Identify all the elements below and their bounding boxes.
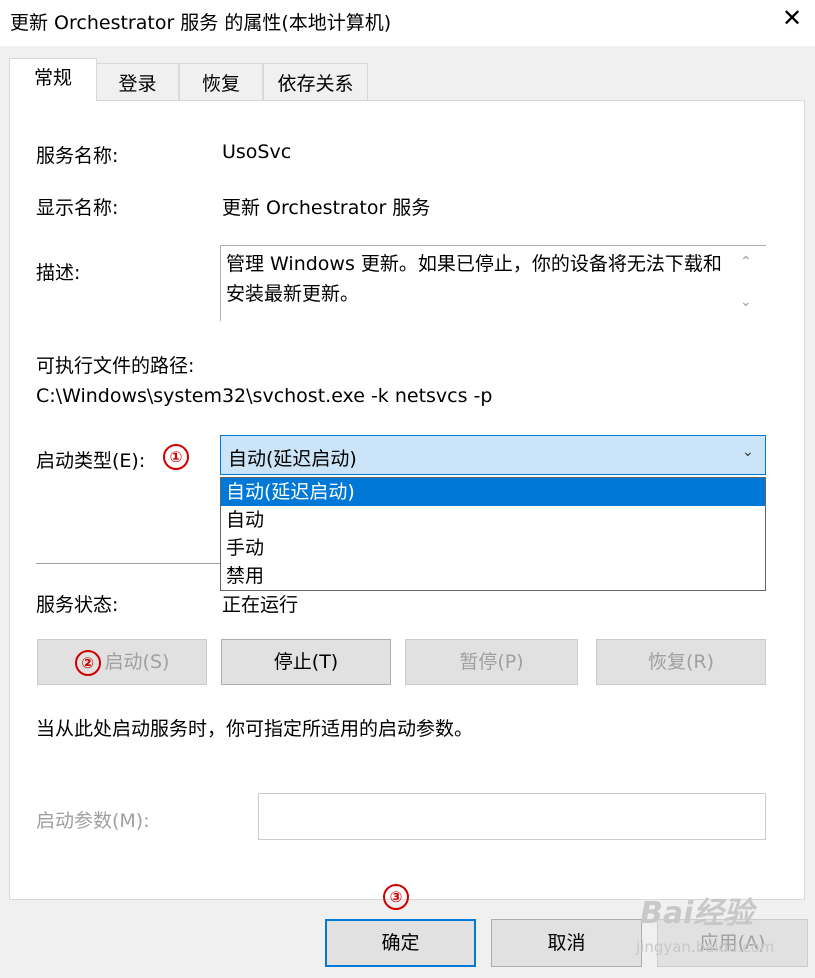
start-params-input[interactable] [258, 793, 766, 840]
scroll-up-icon[interactable]: ⌃ [740, 254, 752, 270]
description-text: 管理 Windows 更新。如果已停止，你的设备将无法下载和安装最新更新。 [226, 253, 722, 305]
tab-recovery[interactable]: 恢复 [179, 63, 263, 100]
tab-general[interactable]: 常规 [9, 58, 97, 101]
annotation-step2: ② [74, 649, 101, 676]
tab-dependencies[interactable]: 依存关系 [263, 63, 368, 100]
service-status-label: 服务状态: [36, 594, 119, 616]
annotation-step1: ① [163, 444, 189, 470]
cancel-button[interactable]: 取消 [491, 919, 642, 967]
startup-type-label: 启动类型(E): [36, 450, 146, 472]
chevron-down-icon[interactable]: ⌄ [742, 444, 754, 460]
tab-logon[interactable]: 登录 [96, 63, 179, 100]
option-manual[interactable]: 手动 [221, 534, 765, 562]
description-label: 描述: [36, 262, 81, 284]
start-button[interactable]: ② 启动(S) [37, 639, 207, 685]
start-params-label: 启动参数(M): [36, 810, 150, 832]
display-name-label: 显示名称: [36, 197, 119, 219]
stop-button[interactable]: 停止(T) [221, 639, 391, 685]
exe-path-value: C:\Windows\system32\svchost.exe -k netsv… [36, 385, 493, 407]
service-status-value: 正在运行 [222, 594, 299, 616]
option-auto-delayed[interactable]: 自动(延迟启动) [221, 478, 765, 506]
scroll-down-icon[interactable]: ⌄ [740, 294, 752, 310]
service-name-value: UsoSvc [222, 141, 292, 163]
annotation-step3: ③ [383, 884, 409, 910]
option-auto[interactable]: 自动 [221, 506, 765, 534]
resume-button[interactable]: 恢复(R) [596, 639, 766, 685]
service-name-label: 服务名称: [36, 145, 119, 167]
start-params-hint: 当从此处启动服务时，你可指定所适用的启动参数。 [36, 718, 474, 740]
ok-button[interactable]: 确定 [325, 919, 476, 967]
close-icon[interactable]: ✕ [778, 4, 806, 32]
pause-button[interactable]: 暂停(P) [405, 639, 578, 685]
option-disabled[interactable]: 禁用 [221, 562, 765, 590]
exe-path-label: 可执行文件的路径: [36, 355, 195, 377]
watermark-url: jingyan.baidu.com [636, 938, 775, 956]
startup-type-selected: 自动(延迟启动) [228, 448, 357, 470]
window-title: 更新 Orchestrator 服务 的属性(本地计算机) [10, 12, 392, 34]
startup-type-dropdown: 自动(延迟启动) 自动 手动 禁用 [220, 477, 766, 591]
display-name-value: 更新 Orchestrator 服务 [222, 197, 431, 219]
watermark-logo: Bai经验 [640, 896, 754, 931]
